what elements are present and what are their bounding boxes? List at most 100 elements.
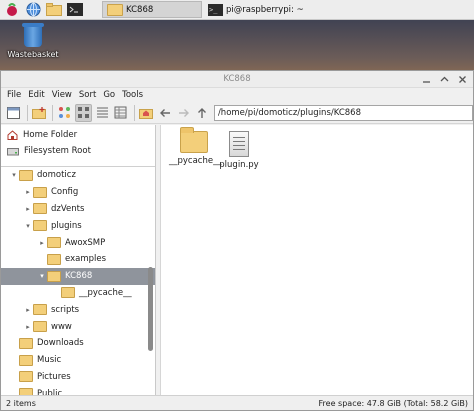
raspberry-menu-icon[interactable] <box>3 1 21 19</box>
taskbar: KC868 >_ pi@raspberrypi: ~ <box>0 0 474 20</box>
tree-scrollbar[interactable] <box>148 169 153 393</box>
place-label: Home Folder <box>23 130 78 140</box>
folder-icon <box>180 127 208 153</box>
free-space: Free space: 47.8 GiB (Total: 58.2 GiB) <box>318 398 468 408</box>
folder-icon <box>47 270 61 282</box>
title-bar[interactable]: KC868 <box>1 71 473 88</box>
folder-icon <box>61 287 75 299</box>
status-bar: 2 items Free space: 47.8 GiB (Total: 58.… <box>1 395 473 410</box>
view-list-icon <box>114 106 127 119</box>
file-item-label: plugin.py <box>219 160 259 170</box>
tree-item-label: AwoxSMP <box>65 237 106 248</box>
view-compact-button[interactable] <box>93 104 111 122</box>
view-thumbnails-button[interactable] <box>74 103 93 122</box>
tree-item[interactable]: ▸ scripts <box>1 301 155 318</box>
chevron-right-icon[interactable]: ▸ <box>23 188 33 196</box>
forward-button[interactable] <box>175 104 193 122</box>
tree-item[interactable]: Downloads <box>1 335 155 352</box>
folder-icon <box>19 388 33 395</box>
terminal-icon: >_ <box>208 3 223 16</box>
chevron-down-icon[interactable]: ▾ <box>37 272 47 280</box>
tree-item[interactable]: ▾ domoticz <box>1 167 155 184</box>
file-item-python[interactable]: plugin.py <box>214 131 264 170</box>
tree-item[interactable]: examples <box>1 251 155 268</box>
item-count: 2 items <box>6 398 36 408</box>
folder-icon <box>47 253 61 265</box>
tree-item-label: dzVents <box>51 203 85 214</box>
menu-tools[interactable]: Tools <box>122 90 143 100</box>
tree-item[interactable]: ▸ www <box>1 318 155 335</box>
side-pane: Home Folder Filesystem Root ▾ domoticz ▸ Co… <box>1 125 156 395</box>
close-button[interactable] <box>456 73 469 86</box>
chevron-right-icon[interactable]: ▸ <box>23 323 33 331</box>
maximize-icon <box>440 76 449 82</box>
wastebasket-desktop-icon[interactable]: Wastebasket <box>6 23 60 59</box>
view-compact-icon <box>96 107 108 118</box>
tree-item-label: Music <box>37 355 62 366</box>
menu-edit[interactable]: Edit <box>28 90 44 100</box>
menu-go[interactable]: Go <box>103 90 115 100</box>
tree-item-label: KC868 <box>65 271 93 282</box>
menu-view[interactable]: View <box>52 90 72 100</box>
new-folder-button[interactable] <box>31 104 49 122</box>
maximize-button[interactable] <box>438 73 451 86</box>
arrow-right-icon <box>178 108 189 117</box>
folder-icon <box>19 169 33 181</box>
tree-item[interactable]: ▾ plugins <box>1 217 155 234</box>
tree-item[interactable]: ▸ Config <box>1 184 155 201</box>
folder-icon <box>33 203 47 215</box>
tree-item-label: Config <box>51 187 79 198</box>
tree-item[interactable]: Pictures <box>1 369 155 386</box>
new-window-icon <box>7 106 21 119</box>
place-filesystem-root[interactable]: Filesystem Root <box>1 143 155 159</box>
file-item-folder[interactable]: __pycache__ <box>169 127 222 166</box>
taskbar-task-file-manager[interactable]: KC868 <box>102 1 202 18</box>
new-window-button[interactable] <box>5 104 23 122</box>
chevron-down-icon[interactable]: ▾ <box>23 222 33 230</box>
folder-icon <box>47 237 61 249</box>
tree-item[interactable]: Public <box>1 385 155 395</box>
tree-item[interactable]: __pycache__ <box>1 285 155 302</box>
home-button[interactable] <box>138 104 156 122</box>
tree-item-label: plugins <box>51 220 82 231</box>
tree-item[interactable]: ▸ AwoxSMP <box>1 234 155 251</box>
arrow-left-icon <box>159 108 170 117</box>
tree-item[interactable]: ▾ KC868 <box>1 267 155 285</box>
wastebasket-label: Wastebasket <box>7 50 59 59</box>
up-button[interactable] <box>193 104 211 122</box>
terminal-icon[interactable] <box>66 1 84 19</box>
chevron-right-icon[interactable]: ▸ <box>23 205 33 213</box>
folder-icon <box>33 304 47 316</box>
minimize-button[interactable] <box>420 73 433 86</box>
menu-file[interactable]: File <box>7 90 21 100</box>
web-browser-icon[interactable] <box>24 1 42 19</box>
directory-tree: ▾ domoticz ▸ Config ▸ dzVents ▾ plugins ▸ AwoxSMP… <box>1 167 155 395</box>
back-button[interactable] <box>156 104 174 122</box>
arrow-up-icon <box>198 107 207 118</box>
path-input[interactable]: /home/pi/domoticz/plugins/KC868 <box>213 104 474 121</box>
folder-icon <box>33 220 47 232</box>
tree-item[interactable]: ▸ dzVents <box>1 201 155 218</box>
taskbar-task-label: pi@raspberrypi: ~ <box>226 4 304 15</box>
chevron-right-icon[interactable]: ▸ <box>37 239 47 247</box>
menu-sort[interactable]: Sort <box>79 90 96 100</box>
tree-item-label: www <box>51 321 72 332</box>
folder-icon <box>19 354 33 366</box>
place-label: Filesystem Root <box>24 146 91 156</box>
tree-scrollbar-thumb[interactable] <box>148 267 153 351</box>
file-manager-icon[interactable] <box>45 1 63 19</box>
tree-item[interactable]: Music <box>1 352 155 369</box>
place-home-folder[interactable]: Home Folder <box>1 127 155 143</box>
close-icon <box>459 76 466 83</box>
file-manager-window: KC868 File Edit View Sort Go Tools /home… <box>0 70 474 411</box>
taskbar-task-terminal[interactable]: >_ pi@raspberrypi: ~ <box>204 1 308 18</box>
view-icons-button[interactable] <box>56 104 74 122</box>
trash-icon <box>22 23 44 47</box>
chevron-down-icon[interactable]: ▾ <box>9 171 19 179</box>
home-icon <box>7 130 18 140</box>
folder-icon <box>33 186 47 198</box>
folder-icon <box>33 321 47 333</box>
folder-icon <box>19 337 33 349</box>
view-list-button[interactable] <box>112 104 130 122</box>
chevron-right-icon[interactable]: ▸ <box>23 306 33 314</box>
